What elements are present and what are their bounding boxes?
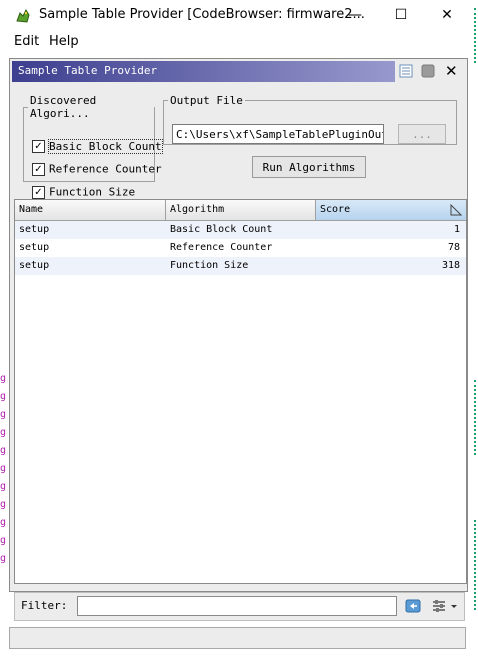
column-header-score-label: Score: [320, 204, 351, 215]
cell-algorithm: Reference Counter: [170, 242, 273, 253]
snapshot-icon[interactable]: [399, 64, 413, 78]
table-row[interactable]: setup Function Size 318: [15, 257, 466, 275]
checkbox-label: Function Size: [49, 185, 136, 199]
table-header: Name Algorithm Score: [15, 200, 466, 221]
output-file-legend: Output File: [170, 94, 243, 107]
chevron-down-icon[interactable]: [449, 598, 459, 614]
panel-header-buttons: ✕: [395, 61, 465, 82]
checkbox-checked-icon[interactable]: ✓: [32, 162, 45, 176]
panel-title: Sample Table Provider: [18, 64, 158, 77]
output-file-path-field[interactable]: C:\Users\xf\SampleTablePluginOutput: [172, 124, 384, 144]
background-code-listing: ggggggggggg: [0, 373, 7, 564]
output-file-group: Output File C:\Users\xf\SampleTablePlugi…: [163, 94, 457, 145]
window-title: Sample Table Provider [CodeBrowser: firm…: [39, 7, 365, 22]
minimize-button[interactable]: —: [332, 0, 378, 31]
clear-filter-icon[interactable]: [405, 598, 421, 614]
cell-score: 318: [441, 260, 460, 271]
column-header-score[interactable]: Score: [316, 200, 466, 220]
cell-name: setup: [19, 242, 50, 253]
column-header-algorithm[interactable]: Algorithm: [166, 200, 316, 220]
filter-input[interactable]: [77, 596, 397, 616]
run-algorithms-button[interactable]: Run Algorithms: [252, 156, 366, 178]
checkbox-checked-icon[interactable]: ✓: [32, 139, 45, 153]
table-row[interactable]: setup Reference Counter 78: [15, 239, 466, 257]
filter-options-icon[interactable]: [431, 598, 447, 614]
checkbox-label: Reference Counter: [49, 162, 162, 176]
sort-ascending-icon: [450, 204, 462, 216]
menu-edit[interactable]: Edit: [14, 34, 39, 49]
checkbox-label: Basic Block Count: [48, 138, 163, 154]
cell-score: 78: [447, 242, 460, 253]
filter-label: Filter:: [21, 599, 68, 612]
status-bar: [9, 627, 466, 649]
menu-bar: Edit Help: [8, 31, 470, 53]
checkbox-basic-block-count[interactable]: ✓ Basic Block Count: [32, 138, 163, 155]
window-title-bar: Sample Table Provider [CodeBrowser: firm…: [0, 0, 470, 31]
cell-score: 1: [453, 224, 460, 235]
sample-table-provider-panel: Sample Table Provider ✕ Discovered Algor…: [9, 58, 468, 621]
menu-help[interactable]: Help: [49, 34, 79, 49]
window-undock-icon[interactable]: [421, 64, 435, 78]
discovered-algorithms-group: Discovered Algori... ✓ Basic Block Count …: [23, 94, 163, 199]
checkbox-checked-icon[interactable]: ✓: [32, 185, 45, 199]
ghidra-dragon-icon: [16, 8, 30, 23]
results-table: Name Algorithm Score setup Basic Block C…: [14, 199, 467, 584]
cell-name: setup: [19, 260, 50, 271]
maximize-button[interactable]: ☐: [378, 0, 424, 31]
cell-name: setup: [19, 224, 50, 235]
column-header-name[interactable]: Name: [15, 200, 166, 220]
browse-button[interactable]: ...: [398, 124, 446, 144]
table-row[interactable]: setup Basic Block Count 1: [15, 221, 466, 239]
discovered-algorithms-legend: Discovered Algori...: [30, 94, 97, 120]
close-window-button[interactable]: ✕: [424, 0, 470, 31]
close-panel-icon[interactable]: ✕: [445, 62, 459, 80]
checkbox-reference-counter[interactable]: ✓ Reference Counter: [32, 162, 162, 178]
cell-algorithm: Basic Block Count: [170, 224, 273, 235]
panel-header: Sample Table Provider ✕: [12, 61, 465, 82]
filter-bar: Filter:: [14, 592, 465, 621]
background-edge: [468, 0, 478, 657]
cell-algorithm: Function Size: [170, 260, 249, 271]
